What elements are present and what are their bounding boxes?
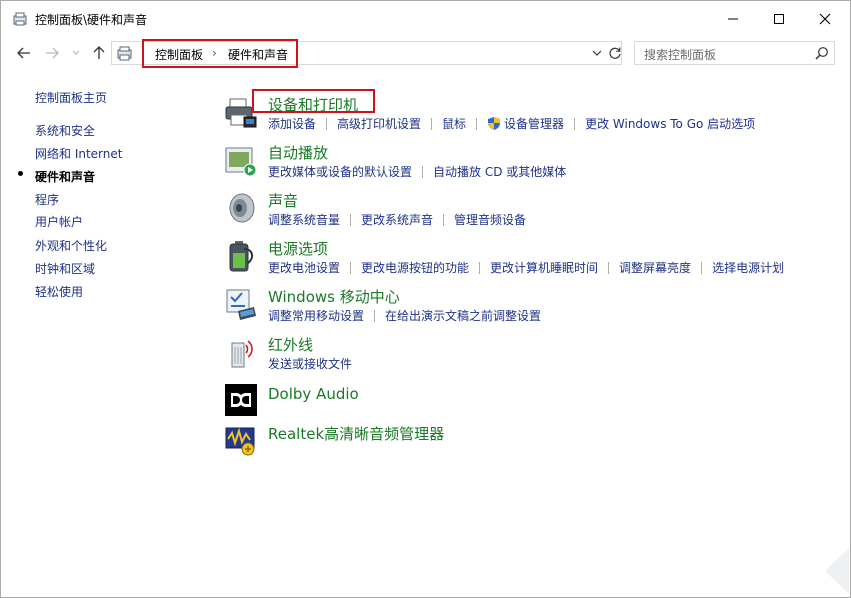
realtek-icon: [225, 427, 255, 456]
autoplay-icon: [225, 147, 257, 177]
category-power-options-links: 更改电池设置 更改电源按钮的功能 更改计算机睡眠时间 调整屏幕亮度 选择电源计划: [268, 259, 784, 276]
link-presentation-settings[interactable]: 在给出演示文稿之前调整设置: [385, 307, 541, 324]
control-panel-icon: [13, 12, 27, 26]
link-sleep-time[interactable]: 更改计算机睡眠时间: [490, 259, 598, 276]
link-mouse[interactable]: 鼠标: [442, 115, 466, 132]
category-infrared-title[interactable]: 红外线: [268, 334, 313, 355]
mobility-center-icon: [226, 289, 256, 320]
link-divider: [476, 117, 478, 130]
window-title: 控制面板\硬件和声音: [35, 13, 148, 27]
sidebar-item-system-security[interactable]: 系统和安全: [35, 122, 95, 139]
category-sound-links: 调整系统音量 更改系统声音 管理音频设备: [268, 211, 526, 228]
category-mobility-center-title[interactable]: Windows 移动中心: [268, 286, 400, 307]
category-realtek-title[interactable]: Realtek高清晰音频管理器: [268, 423, 444, 444]
link-divider: [701, 261, 703, 274]
category-power-options-title[interactable]: 电源选项: [268, 238, 328, 259]
link-windows-to-go[interactable]: 更改 Windows To Go 启动选项: [585, 115, 755, 132]
link-change-battery-settings[interactable]: 更改电池设置: [268, 259, 340, 276]
category-infrared-links: 发送或接收文件: [268, 355, 352, 372]
link-send-receive-files[interactable]: 发送或接收文件: [268, 355, 352, 372]
maximize-button[interactable]: [756, 1, 802, 37]
link-divider: [443, 213, 445, 226]
breadcrumb-control-panel[interactable]: 控制面板: [155, 46, 203, 63]
link-divider: [326, 117, 328, 130]
category-autoplay-links: 更改媒体或设备的默认设置 自动播放 CD 或其他媒体: [268, 163, 566, 180]
breadcrumb-separator[interactable]: ›: [212, 46, 217, 60]
minimize-button[interactable]: [710, 1, 756, 37]
recent-locations-button[interactable]: [67, 41, 85, 65]
search-icon[interactable]: [815, 46, 829, 60]
link-divider: [350, 213, 352, 226]
battery-icon: [229, 241, 254, 272]
link-device-manager[interactable]: 设备管理器: [504, 115, 564, 132]
category-mobility-center-links: 调整常用移动设置 在给出演示文稿之前调整设置: [268, 307, 541, 324]
breadcrumb-hardware-sound[interactable]: 硬件和声音: [228, 46, 288, 63]
link-divider: [350, 261, 352, 274]
sidebar-item-network[interactable]: 网络和 Internet: [35, 145, 122, 162]
link-adjust-volume[interactable]: 调整系统音量: [268, 211, 340, 228]
up-button[interactable]: [87, 41, 111, 65]
search-placeholder: 搜索控制面板: [644, 48, 717, 62]
minimize-icon: [728, 18, 738, 20]
infrared-icon: [231, 340, 253, 368]
link-divider: [422, 165, 424, 178]
category-devices-printers-links: 添加设备 高级打印机设置 鼠标 设备管理器 更改 Windows To Go 启…: [268, 115, 755, 132]
category-sound-title[interactable]: 声音: [268, 190, 298, 211]
link-adjust-mobility-settings[interactable]: 调整常用移动设置: [268, 307, 364, 324]
address-bar[interactable]: 控制面板 › 硬件和声音: [111, 39, 623, 68]
link-add-device[interactable]: 添加设备: [268, 115, 316, 132]
sidebar-item-hardware-sound[interactable]: 硬件和声音: [35, 168, 95, 185]
link-divider: [479, 261, 481, 274]
category-devices-printers-title[interactable]: 设备和打印机: [268, 94, 358, 115]
refresh-icon[interactable]: [607, 45, 623, 61]
back-button[interactable]: [12, 41, 36, 65]
forward-button[interactable]: [40, 41, 64, 65]
dolby-icon: [225, 384, 257, 416]
category-autoplay-title[interactable]: 自动播放: [268, 142, 328, 163]
speaker-icon: [229, 193, 255, 223]
chevron-down-icon[interactable]: [590, 46, 604, 60]
link-manage-audio-devices[interactable]: 管理音频设备: [454, 211, 526, 228]
search-input[interactable]: 搜索控制面板: [634, 41, 835, 65]
watermark-corner-icon: [825, 548, 849, 594]
link-change-default-media[interactable]: 更改媒体或设备的默认设置: [268, 163, 412, 180]
link-divider: [374, 309, 376, 322]
arrow-up-icon: [93, 46, 105, 59]
navigation-bar: 控制面板 › 硬件和声音 搜索控制面板: [1, 37, 850, 69]
sidebar-item-clock-region[interactable]: 时钟和区域: [35, 260, 95, 277]
link-advanced-printer-setup[interactable]: 高级打印机设置: [337, 115, 421, 132]
sidebar-item-programs[interactable]: 程序: [35, 191, 59, 208]
sidebar-item-user-accounts[interactable]: 用户帐户: [35, 213, 83, 230]
link-autoplay-cd[interactable]: 自动播放 CD 或其他媒体: [433, 163, 566, 180]
link-divider: [608, 261, 610, 274]
arrow-left-icon: [17, 47, 30, 59]
close-button[interactable]: [802, 1, 848, 37]
close-icon: [819, 13, 831, 25]
sidebar-item-ease-of-access[interactable]: 轻松使用: [35, 283, 83, 300]
control-panel-window: 控制面板\硬件和声音 控制面板 › 硬件和声音 搜索控制面板 控制面板主页 系统…: [0, 0, 851, 598]
link-screen-brightness[interactable]: 调整屏幕亮度: [619, 259, 691, 276]
link-divider: [574, 117, 576, 130]
category-dolby-audio-title[interactable]: Dolby Audio: [268, 385, 359, 403]
sidebar-item-appearance[interactable]: 外观和个性化: [35, 237, 107, 254]
title-bar: 控制面板\硬件和声音: [1, 1, 850, 37]
uac-shield-icon: [488, 117, 501, 130]
chevron-down-icon: [72, 50, 80, 55]
link-choose-power-plan[interactable]: 选择电源计划: [712, 259, 784, 276]
control-panel-icon: [117, 46, 132, 61]
sidebar-item-home[interactable]: 控制面板主页: [35, 89, 107, 106]
link-divider: [431, 117, 433, 130]
arrow-right-icon: [46, 47, 59, 59]
current-item-bullet: [18, 171, 23, 176]
link-power-button-function[interactable]: 更改电源按钮的功能: [361, 259, 469, 276]
maximize-icon: [774, 14, 784, 24]
link-change-system-sounds[interactable]: 更改系统声音: [361, 211, 433, 228]
